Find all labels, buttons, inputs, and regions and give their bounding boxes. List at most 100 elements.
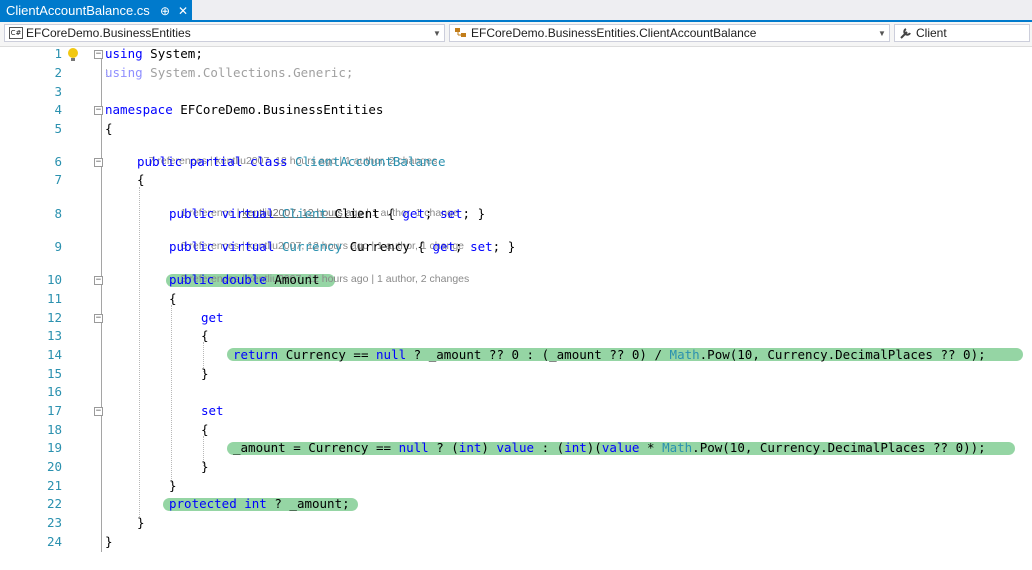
class-icon — [454, 27, 468, 39]
line-number: 23 — [46, 515, 62, 530]
code-token: null — [398, 440, 429, 455]
code-token: get — [402, 206, 425, 221]
collapse-icon[interactable]: − — [94, 50, 103, 59]
code-line[interactable]: using System; — [105, 45, 203, 63]
code-line[interactable]: public virtual Client Client { get; set;… — [169, 205, 485, 223]
code-token: } — [105, 534, 113, 549]
navigation-bar: C# EFCoreDemo.BusinessEntities ▼ EFCoreD… — [0, 22, 1032, 47]
code-editor[interactable]: 7 references | kentliu2007, 12 hours ago… — [0, 45, 1032, 570]
code-line[interactable]: { — [137, 171, 145, 189]
code-line[interactable]: { — [105, 120, 113, 138]
project-dropdown[interactable]: C# EFCoreDemo.BusinessEntities ▼ — [4, 24, 445, 42]
code-line[interactable]: { — [201, 327, 209, 345]
pin-icon[interactable]: ⊕ — [156, 4, 174, 18]
code-line[interactable]: } — [137, 514, 145, 532]
code-token: Currency == — [285, 347, 369, 362]
collapse-icon[interactable]: − — [94, 314, 103, 323]
line-number: 13 — [46, 328, 62, 343]
code-token: } — [137, 515, 145, 530]
code-line[interactable]: } — [105, 533, 113, 551]
collapse-icon[interactable]: − — [94, 276, 103, 285]
code-token: { — [169, 291, 177, 306]
code-line[interactable]: public partial class ClientAccountBalanc… — [137, 153, 446, 171]
code-line[interactable]: using System.Collections.Generic; — [105, 64, 353, 82]
code-token: public double — [169, 272, 267, 287]
line-number: 2 — [54, 65, 62, 80]
code-line[interactable]: { — [201, 421, 209, 439]
code-token: Math — [662, 440, 693, 455]
code-token: Currency — [281, 239, 343, 254]
code-token: Currency { — [349, 239, 425, 254]
code-token: ) — [481, 440, 489, 455]
code-token: System.Collections.Generic; — [150, 65, 354, 80]
code-token: using — [105, 46, 143, 61]
code-token: Amount — [274, 272, 320, 287]
code-line[interactable]: public virtual Currency Currency { get ; … — [169, 238, 515, 256]
code-token: int — [564, 440, 587, 455]
line-number: 20 — [46, 459, 62, 474]
code-token: System; — [150, 46, 203, 61]
lightbulb-icon[interactable] — [66, 47, 80, 63]
type-dropdown-value: EFCoreDemo.BusinessEntities.ClientAccoun… — [471, 26, 757, 40]
code-line[interactable]: get — [201, 309, 224, 327]
member-dropdown-value: Client — [916, 26, 947, 40]
code-token: set — [439, 206, 463, 221]
code-token: ? ( — [436, 440, 459, 455]
code-token: } — [201, 459, 209, 474]
collapse-icon[interactable]: − — [94, 407, 103, 416]
code-token: Client — [281, 206, 328, 221]
code-token: set — [201, 403, 224, 418]
code-token: using — [105, 65, 143, 80]
code-line[interactable]: { — [169, 290, 177, 308]
code-token: } — [169, 478, 177, 493]
collapse-icon[interactable]: − — [94, 106, 103, 115]
code-token: { — [201, 328, 209, 343]
close-icon[interactable]: ✕ — [174, 4, 192, 18]
line-number: 17 — [46, 403, 62, 418]
line-number: 18 — [46, 422, 62, 437]
chevron-down-icon[interactable]: ▼ — [430, 29, 444, 38]
code-token: get — [432, 239, 456, 254]
chevron-down-icon[interactable]: ▼ — [875, 29, 889, 38]
code-line[interactable]: } — [169, 477, 177, 495]
code-token: protected int — [169, 496, 267, 511]
code-line[interactable]: namespace EFCoreDemo.BusinessEntities — [105, 101, 383, 119]
code-token: public virtual — [169, 239, 275, 254]
document-tab-strip: ClientAccountBalance.cs ⊕ ✕ — [0, 0, 1032, 22]
code-line[interactable]: public double Amount — [169, 271, 320, 289]
code-token: ; } — [462, 206, 486, 221]
line-number: 21 — [46, 478, 62, 493]
code-token: namespace — [105, 102, 173, 117]
code-token: } — [201, 366, 209, 381]
code-token: Client { — [334, 206, 395, 221]
code-token: .Pow(10, Currency.DecimalPlaces ?? 0); — [699, 347, 986, 362]
indent-guide — [139, 187, 140, 517]
code-line[interactable]: _amount = Currency == null ? (int) value… — [233, 439, 986, 457]
code-token: return — [233, 347, 279, 362]
project-dropdown-value: EFCoreDemo.BusinessEntities — [26, 26, 191, 40]
code-token: ; — [455, 239, 463, 254]
code-token: value — [496, 440, 535, 455]
code-line[interactable]: return Currency == null ? _amount ?? 0 :… — [233, 346, 986, 364]
codelens-changes[interactable]: 1 author, 2 changes — [377, 273, 469, 285]
csharp-project-icon: C# — [9, 27, 23, 39]
indent-guide — [171, 305, 172, 483]
code-line[interactable]: } — [201, 365, 209, 383]
line-number: 8 — [54, 206, 62, 221]
line-number: 4 — [54, 102, 62, 117]
tab-client-account-balance[interactable]: ClientAccountBalance.cs ⊕ ✕ — [0, 0, 192, 21]
code-line[interactable]: } — [201, 458, 209, 476]
code-token: : ( — [541, 440, 565, 455]
type-dropdown[interactable]: EFCoreDemo.BusinessEntities.ClientAccoun… — [449, 24, 890, 42]
line-number: 3 — [54, 84, 62, 99]
code-line[interactable]: protected int ? _amount; — [169, 495, 350, 513]
code-token: value — [601, 440, 640, 455]
code-token: { — [201, 422, 209, 437]
code-token: { — [137, 172, 145, 187]
collapse-icon[interactable]: − — [94, 158, 103, 167]
code-token: ? _amount; — [274, 496, 350, 511]
code-token: * — [647, 440, 655, 455]
code-line[interactable]: set — [201, 402, 224, 420]
code-token: EFCoreDemo.BusinessEntities — [180, 102, 384, 117]
member-dropdown[interactable]: Client — [894, 24, 1030, 42]
